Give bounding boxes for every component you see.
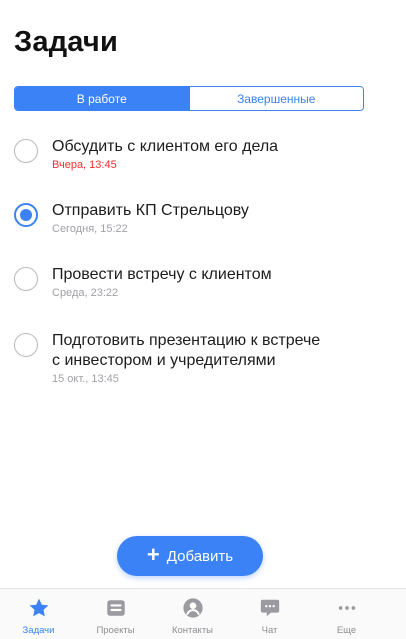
tab-label: Контакты (171, 625, 214, 636)
task-due-time: 15 окт., 13:45 (52, 373, 119, 385)
tab-label: Проекты (96, 625, 135, 636)
task-checkbox[interactable] (14, 333, 38, 357)
page-title: Задачи (14, 26, 118, 58)
segmented-control: В работе Завершенные (14, 86, 364, 111)
plus-icon: + (146, 542, 160, 567)
tab-contacts[interactable]: Контакты (154, 589, 231, 639)
task-body: Отправить КП Стрельцову Сегодня, 15:22 (52, 201, 249, 237)
task-title-line-2: с инвестором и учредителями (52, 352, 276, 369)
chat-icon (260, 599, 279, 617)
add-task-label: Добавить (166, 547, 234, 565)
task-due-time: Сегодня, 15:22 (52, 223, 128, 235)
task-title: Отправить КП Стрельцову (52, 202, 249, 219)
add-task-button[interactable]: + Добавить (117, 536, 263, 576)
task-item[interactable]: Обсудить с клиентом его дела Вчера, 13:4… (14, 137, 384, 173)
task-checkbox[interactable] (14, 267, 38, 291)
tab-chat[interactable]: Чат (231, 589, 308, 639)
task-item[interactable]: Провести встречу с клиентом Среда, 23:22 (14, 265, 384, 301)
task-body: Подготовить презентацию к встрече с инве… (52, 331, 320, 387)
tab-tasks[interactable]: Задачи (0, 589, 77, 639)
tasks-screen: Задачи В работе Завершенные Обсудить с к… (0, 0, 406, 639)
task-due-time: Среда, 23:22 (52, 287, 119, 299)
star-icon (29, 598, 48, 617)
tab-label: Задачи (22, 625, 55, 636)
task-item[interactable]: Подготовить презентацию к встрече с инве… (14, 331, 384, 387)
task-due-time: Вчера, 13:45 (52, 159, 117, 171)
tab-projects[interactable]: Проекты (77, 589, 154, 639)
segment-completed[interactable]: Завершенные (188, 87, 363, 110)
tab-label: Чат (261, 625, 278, 636)
task-checkbox-checked[interactable] (14, 203, 38, 227)
projects-icon (106, 600, 125, 616)
bottom-tab-bar: Задачи Проекты Контакты Чат Еще (0, 588, 406, 639)
task-title: Обсудить с клиентом его дела (52, 138, 279, 155)
task-body: Провести встречу с клиентом Среда, 23:22 (52, 265, 272, 301)
tab-more[interactable]: Еще (308, 589, 385, 639)
tab-label: Еще (336, 625, 357, 636)
task-body: Обсудить с клиентом его дела Вчера, 13:4… (52, 137, 278, 173)
task-item[interactable]: Отправить КП Стрельцову Сегодня, 15:22 (14, 201, 384, 237)
task-checkbox[interactable] (14, 139, 38, 163)
more-icon (338, 606, 355, 610)
task-title: Провести встречу с клиентом (52, 266, 272, 283)
contact-icon (182, 598, 203, 618)
task-title-line-1: Подготовить презентацию к встрече (52, 332, 321, 349)
segment-in-progress[interactable]: В работе (15, 87, 189, 110)
